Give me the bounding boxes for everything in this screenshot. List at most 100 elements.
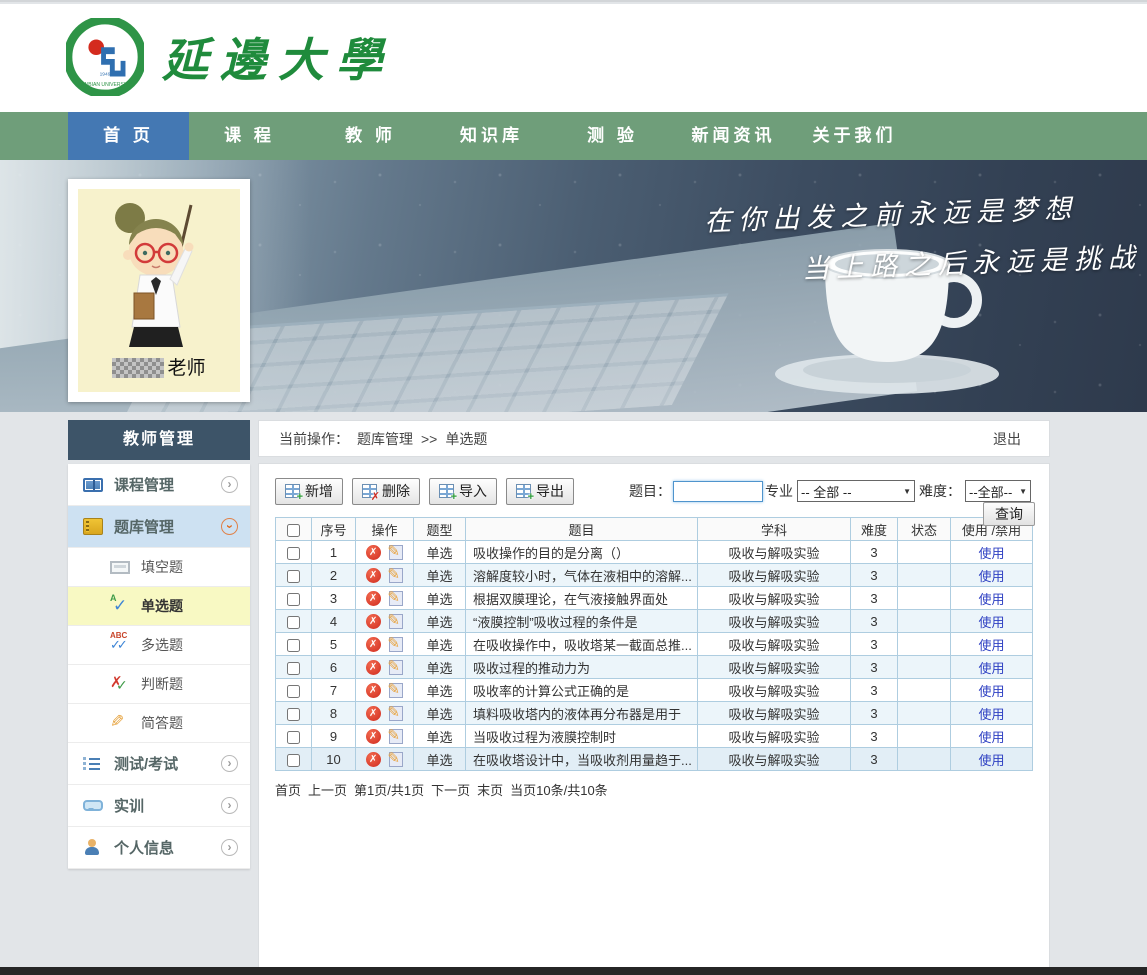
toolbar-buttons: 新增 删除 导入 导出 [275,478,583,505]
nav-item[interactable]: 教 师 [310,112,431,160]
sidebar-item-label: 测试/考试 [114,753,178,774]
edit-icon[interactable] [389,637,403,652]
table-header-cell: 序号 [312,518,356,541]
toolbar-button[interactable]: 新增 [275,478,343,505]
major-select[interactable]: -- 全部 -- ▼ [797,480,915,502]
row-seq: 6 [312,656,356,679]
nav-item[interactable]: 课 程 [189,112,310,160]
edit-icon[interactable] [389,729,403,744]
row-question-title: 在吸收操作中，吸收塔某一截面总推... [466,633,698,656]
sidebar-item[interactable]: 课程管理 › [68,464,250,506]
row-operations [356,587,414,610]
delete-icon[interactable] [366,568,381,583]
usage-toggle-link[interactable]: 使用 [978,569,1004,584]
pagination-item[interactable]: 首页 [275,783,301,798]
row-question-title: 在吸收塔设计中，当吸收剂用量趋于... [466,748,698,771]
edit-icon[interactable] [389,752,403,767]
difficulty-select-value: --全部-- [969,482,1012,501]
sidebar-menu: 课程管理 › 题库管理 › 填空题 › 单选题 › 多选题 › 判断题 [68,464,250,869]
toolbar-button-label: 导出 [536,481,564,501]
row-checkbox[interactable] [287,708,300,721]
row-checkbox[interactable] [287,593,300,606]
edit-icon[interactable] [389,568,403,583]
question-title-input[interactable] [673,481,763,502]
delete-icon[interactable] [366,591,381,606]
usage-toggle-link[interactable]: 使用 [978,615,1004,630]
usage-toggle-link[interactable]: 使用 [978,592,1004,607]
usage-toggle-link[interactable]: 使用 [978,684,1004,699]
row-subject: 吸收与解吸实验 [698,633,851,656]
sidebar-item[interactable]: 简答题 › [68,704,250,743]
delete-icon[interactable] [366,637,381,652]
delete-icon[interactable] [366,545,381,560]
row-checkbox[interactable] [287,662,300,675]
row-checkbox[interactable] [287,731,300,744]
row-difficulty: 3 [851,656,898,679]
usage-toggle-link[interactable]: 使用 [978,638,1004,653]
edit-icon[interactable] [389,683,403,698]
sidebar-item[interactable]: 判断题 › [68,665,250,704]
edit-icon[interactable] [389,660,403,675]
edit-icon[interactable] [389,545,403,560]
logout-button[interactable]: 退出 [993,429,1021,449]
nav-item[interactable]: 首 页 [68,112,189,160]
usage-toggle-link[interactable]: 使用 [978,707,1004,722]
usage-toggle-link[interactable]: 使用 [978,753,1004,768]
row-status [898,587,951,610]
toolbar-button[interactable]: 导入 [429,478,497,505]
sidebar-item[interactable]: 单选题 › [68,587,250,626]
table-header-cell: 题型 [414,518,466,541]
nav-item[interactable]: 新闻资讯 [673,112,794,160]
row-checkbox[interactable] [287,685,300,698]
edit-icon[interactable] [389,614,403,629]
delete-icon[interactable] [366,706,381,721]
nav-item[interactable]: 知识库 [431,112,552,160]
breadcrumb: 当前操作： 题库管理 >> 单选题 退出 [258,420,1050,457]
sidebar-item-label: 填空题 [141,557,183,577]
pagination-item[interactable]: 下一页 [431,783,470,798]
pagination-item[interactable]: 上一页 [308,783,347,798]
edit-icon[interactable] [389,706,403,721]
sidebar-item[interactable]: 个人信息 › [68,827,250,869]
toolbar-button[interactable]: 导出 [506,478,574,505]
row-checkbox-cell [276,610,312,633]
sidebar-item[interactable]: 多选题 › [68,626,250,665]
row-checkbox[interactable] [287,754,300,767]
edit-icon[interactable] [389,591,403,606]
row-checkbox[interactable] [287,547,300,560]
select-all-checkbox[interactable] [287,524,300,537]
pagination-item[interactable]: 末页 [477,783,503,798]
row-checkbox-cell [276,656,312,679]
toolbar: 新增 删除 导入 导出 题目： 专业 -- 全部 -- ▼ [275,476,1033,506]
delete-icon[interactable] [366,729,381,744]
toolbar-button[interactable]: 删除 [352,478,420,505]
difficulty-select[interactable]: --全部-- ▼ [965,480,1031,502]
delete-icon[interactable] [366,752,381,767]
row-checkbox[interactable] [287,570,300,583]
table-header-cell: 状态 [898,518,951,541]
row-subject: 吸收与解吸实验 [698,587,851,610]
delete-icon[interactable] [366,683,381,698]
row-checkbox[interactable] [287,616,300,629]
pagination-item[interactable]: 第1页/共1页 [354,783,424,798]
row-checkbox[interactable] [287,639,300,652]
delete-icon[interactable] [366,660,381,675]
usage-toggle-link[interactable]: 使用 [978,546,1004,561]
nav-item[interactable]: 测 验 [552,112,673,160]
row-difficulty: 3 [851,633,898,656]
nav-item[interactable]: 关于我们 [794,112,915,160]
pagination-item[interactable]: 当页10条/共10条 [510,783,608,798]
sidebar-item[interactable]: 实训 › [68,785,250,827]
row-usage-cell: 使用 [951,564,1033,587]
toolbar-button-label: 新增 [305,481,333,501]
sidebar-item[interactable]: 填空题 › [68,548,250,587]
sidebar-item[interactable]: 测试/考试 › [68,743,250,785]
delete-icon[interactable] [366,614,381,629]
sidebar-item[interactable]: 题库管理 › [68,506,250,548]
breadcrumb-section[interactable]: 题库管理 [357,429,413,449]
search-button[interactable]: 查询 [983,502,1035,526]
sidebar-item-label: 判断题 [141,674,183,694]
usage-toggle-link[interactable]: 使用 [978,730,1004,745]
sidebar-item-icon [83,478,103,492]
usage-toggle-link[interactable]: 使用 [978,661,1004,676]
